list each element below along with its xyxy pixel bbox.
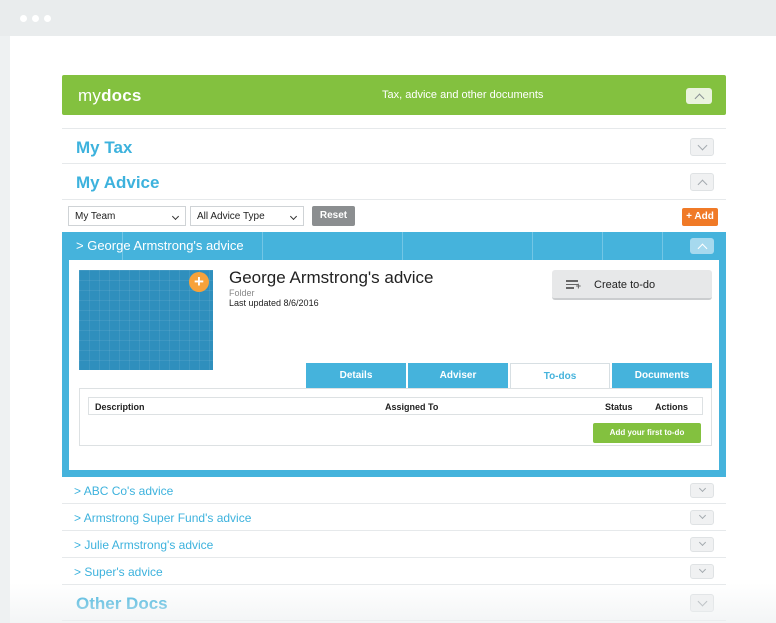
window-titlebar <box>0 0 776 36</box>
advice-last-updated: Last updated 8/6/2016 <box>229 298 319 308</box>
other-docs-expand-button[interactable] <box>690 594 714 612</box>
expanded-advice-title: > George Armstrong's advice <box>76 238 244 253</box>
advice-item[interactable]: > Super's advice <box>62 558 726 585</box>
advice-doc-title: George Armstrong's advice <box>229 268 434 287</box>
mydocs-header: mydocs Tax, advice and other documents <box>62 75 726 115</box>
add-first-todo-button[interactable]: Add your first to-do <box>593 423 701 443</box>
chevron-right-icon: > <box>74 538 85 552</box>
advice-type-select[interactable]: All Advice Type <box>190 206 304 226</box>
chevron-down-icon <box>698 484 706 493</box>
mydocs-app: mydocs Tax, advice and other documents M… <box>62 75 726 621</box>
tab-todos[interactable]: To-dos <box>510 363 610 389</box>
advice-item[interactable]: > Armstrong Super Fund's advice <box>62 504 726 531</box>
chevron-right-icon: > <box>74 511 84 525</box>
section-title-my-tax: My Tax <box>76 138 133 157</box>
advice-item-expand-button[interactable] <box>690 510 714 525</box>
list-add-icon: + <box>566 280 581 291</box>
section-other-docs[interactable]: Other Docs <box>62 585 726 621</box>
maximize-dot-icon[interactable] <box>44 15 51 22</box>
column-status: Status <box>605 402 633 412</box>
close-dot-icon[interactable] <box>20 15 27 22</box>
chevron-right-icon: > <box>76 238 84 253</box>
column-description: Description <box>95 402 145 412</box>
tab-adviser[interactable]: Adviser <box>408 363 508 389</box>
chevron-up-icon <box>697 243 707 253</box>
minimize-dot-icon[interactable] <box>32 15 39 22</box>
chevron-right-icon: > <box>74 484 84 498</box>
chevron-down-icon <box>698 565 706 574</box>
advice-item-expand-button[interactable] <box>690 483 714 498</box>
mydocs-collapse-button[interactable] <box>686 88 712 104</box>
my-tax-expand-button[interactable] <box>690 138 714 156</box>
todo-table-header: Description Assigned To Status Actions <box>88 397 703 415</box>
tab-details[interactable]: Details <box>306 363 406 389</box>
mydocs-subtitle: Tax, advice and other documents <box>382 89 544 101</box>
column-assigned: Assigned To <box>385 402 439 412</box>
chevron-up-icon <box>694 93 704 103</box>
section-my-advice[interactable]: My Advice <box>62 164 726 200</box>
advice-item[interactable]: > ABC Co's advice <box>62 477 726 504</box>
expanded-advice-collapse-button[interactable] <box>690 238 714 254</box>
chevron-down-icon <box>171 211 180 222</box>
expanded-advice-panel: > George Armstrong's advice + George Arm… <box>62 232 726 477</box>
team-select[interactable]: My Team <box>68 206 186 226</box>
advice-item-expand-button[interactable] <box>690 564 714 579</box>
my-advice-collapse-button[interactable] <box>690 173 714 191</box>
chevron-down-icon <box>698 538 706 547</box>
expanded-advice-header[interactable]: > George Armstrong's advice <box>62 232 726 260</box>
section-my-tax[interactable]: My Tax <box>62 128 726 164</box>
section-title-other-docs: Other Docs <box>76 594 168 613</box>
chevron-right-icon: > <box>74 565 85 579</box>
mydocs-logo: mydocs <box>78 86 142 105</box>
create-todo-button[interactable]: + Create to-do <box>552 270 712 300</box>
column-actions: Actions <box>655 402 689 412</box>
add-advice-button[interactable]: + Add <box>682 208 718 226</box>
chevron-down-icon <box>697 596 707 606</box>
chevron-down-icon <box>289 211 298 222</box>
chevron-down-icon <box>698 511 706 520</box>
chevron-down-icon <box>697 140 707 150</box>
section-title-my-advice: My Advice <box>76 173 160 192</box>
add-icon[interactable]: + <box>189 272 209 292</box>
advice-doc-type: Folder <box>229 288 255 298</box>
window-controls[interactable] <box>20 15 51 22</box>
advice-item-expand-button[interactable] <box>690 537 714 552</box>
todo-panel: Description Assigned To Status Actions A… <box>79 388 712 446</box>
reset-button[interactable]: Reset <box>312 206 355 226</box>
advice-filter-bar: My Team All Advice Type Reset + Add <box>62 200 726 232</box>
tab-documents[interactable]: Documents <box>612 363 712 389</box>
chevron-up-icon <box>697 179 707 189</box>
advice-item[interactable]: > Julie Armstrong's advice <box>62 531 726 558</box>
advice-detail: + George Armstrong's advice Folder Last … <box>69 260 719 470</box>
